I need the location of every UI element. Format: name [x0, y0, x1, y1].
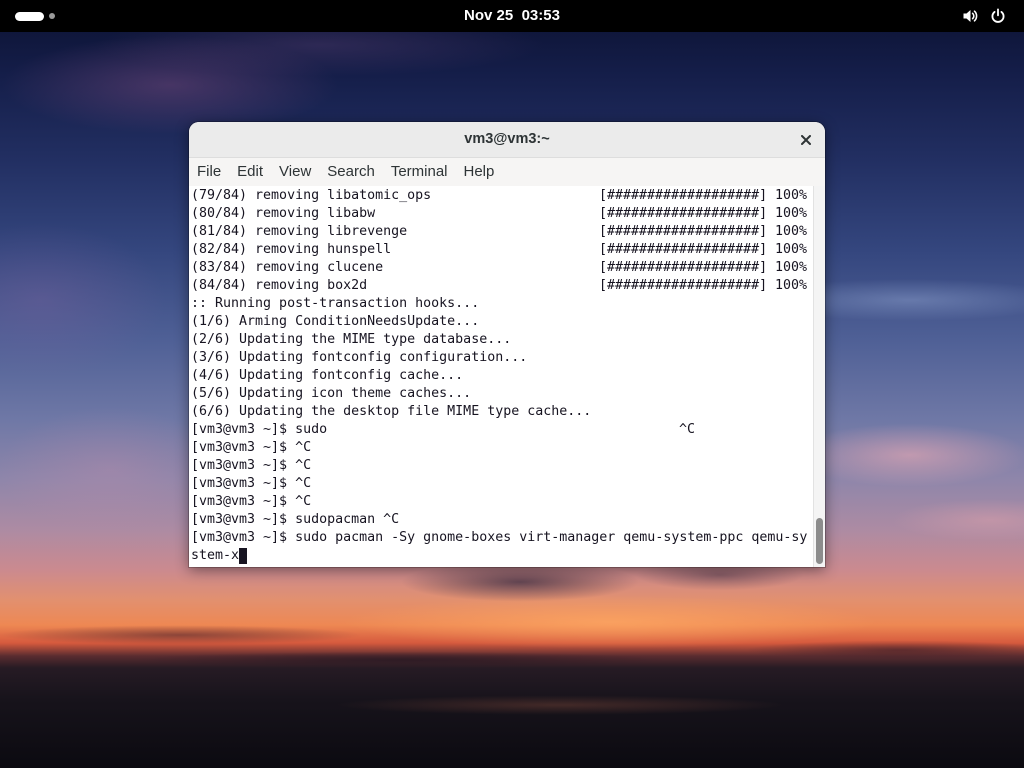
activities-button[interactable]: [8, 4, 62, 28]
hook-output-line: (3/6) Updating fontconfig configuration.…: [191, 350, 528, 365]
removal-line: (79/84) removing libatomic_ops [#########…: [191, 187, 807, 205]
hook-output-line: (2/6) Updating the MIME type database...: [191, 332, 512, 347]
hook-output-line: (6/6) Updating the desktop file MIME typ…: [191, 404, 592, 419]
menu-view[interactable]: View: [271, 158, 319, 186]
clock-button[interactable]: Nov 25 03:53: [458, 0, 566, 32]
scrollbar-thumb[interactable]: [816, 518, 823, 564]
system-menu[interactable]: [956, 4, 1014, 28]
power-icon: [990, 8, 1006, 24]
menu-search[interactable]: Search: [319, 158, 383, 186]
progress-bar-text: [###################]: [599, 206, 768, 221]
title-bar[interactable]: vm3@vm3:~: [189, 122, 825, 158]
removal-text: (82/84) removing hunspell: [191, 242, 392, 257]
current-input-wrap-line: stem-x: [191, 547, 807, 565]
removal-text: (83/84) removing clucene: [191, 260, 384, 275]
removal-line: (83/84) removing clucene [###############…: [191, 259, 807, 277]
progress-percent: 100%: [775, 206, 808, 221]
hook-output-line: (4/6) Updating fontconfig cache...: [191, 368, 464, 383]
menu-edit[interactable]: Edit: [229, 158, 271, 186]
active-workspace-pill: [15, 12, 44, 21]
menu-help[interactable]: Help: [456, 158, 503, 186]
progress-percent: 100%: [775, 260, 808, 275]
progress-percent: 100%: [775, 242, 808, 257]
scrollbar[interactable]: [813, 186, 825, 567]
menu-bar: File Edit View Search Terminal Help: [189, 158, 825, 186]
progress-bar-text: [###################]: [599, 260, 768, 275]
progress-bar-text: [###################]: [599, 278, 768, 293]
hook-output-line: (1/6) Arming ConditionNeedsUpdate...: [191, 314, 480, 329]
close-icon: [801, 135, 811, 145]
progress-percent: 100%: [775, 188, 808, 203]
removal-line: (81/84) removing librevenge [############…: [191, 223, 807, 241]
terminal-window: vm3@vm3:~ File Edit View Search Terminal…: [189, 122, 825, 567]
current-input-text: stem-x: [191, 548, 240, 563]
block-cursor: [239, 548, 248, 564]
removal-text: (80/84) removing libabw: [191, 206, 376, 221]
hook-output-line: (5/6) Updating icon theme caches...: [191, 386, 472, 401]
terminal-output: (79/84) removing libatomic_ops [#########…: [191, 187, 807, 565]
window-title: vm3@vm3:~: [464, 131, 550, 147]
progress-bar-text: [###################]: [599, 242, 768, 257]
progress-bar-text: [###################]: [599, 188, 768, 203]
removal-line: (80/84) removing libabw [################…: [191, 205, 807, 223]
menu-file[interactable]: File: [189, 158, 229, 186]
prompt-line: [vm3@vm3 ~]$ ^C: [191, 476, 312, 491]
menu-terminal[interactable]: Terminal: [383, 158, 456, 186]
top-bar: Nov 25 03:53: [0, 0, 1024, 32]
current-prompt-line: [vm3@vm3 ~]$ sudo pacman -Sy gnome-boxes…: [191, 530, 808, 545]
removal-text: (84/84) removing box2d: [191, 278, 368, 293]
prompt-line: [vm3@vm3 ~]$ ^C: [191, 494, 312, 509]
removal-text: (81/84) removing librevenge: [191, 224, 408, 239]
interrupt-marker: ^C: [679, 422, 696, 437]
hook-output-line: :: Running post-transaction hooks...: [191, 296, 480, 311]
removal-line: (84/84) removing box2d [#################…: [191, 277, 807, 295]
workspace-dot: [49, 13, 55, 19]
removal-line: (82/84) removing hunspell [##############…: [191, 241, 807, 259]
close-button[interactable]: [794, 128, 818, 152]
progress-percent: 100%: [775, 224, 808, 239]
progress-bar-text: [###################]: [599, 224, 768, 239]
terminal-view[interactable]: (79/84) removing libatomic_ops [#########…: [189, 186, 825, 567]
progress-percent: 100%: [775, 278, 808, 293]
prompt-line: [vm3@vm3 ~]$ sudopacman ^C: [191, 512, 400, 527]
prompt-line: [vm3@vm3 ~]$ sudo ^C: [191, 421, 807, 439]
volume-icon: [962, 8, 978, 24]
prompt-line: [vm3@vm3 ~]$ ^C: [191, 440, 312, 455]
prompt-line: [vm3@vm3 ~]$ ^C: [191, 458, 312, 473]
removal-text: (79/84) removing libatomic_ops: [191, 188, 432, 203]
prompt-command: [vm3@vm3 ~]$ sudo: [191, 422, 328, 437]
